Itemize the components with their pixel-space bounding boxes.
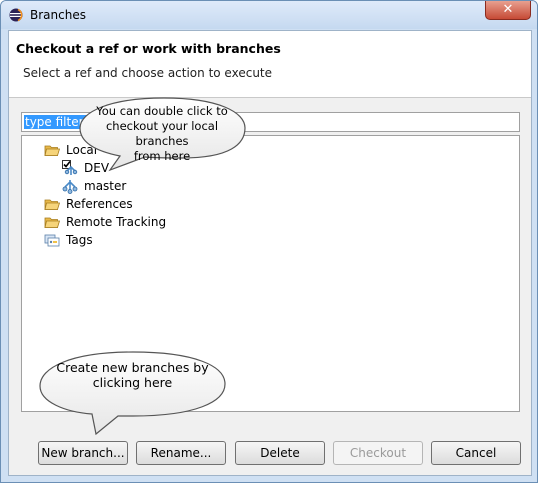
callout-line: Create new branches by	[56, 360, 209, 375]
folder-open-icon	[44, 145, 60, 156]
cancel-button[interactable]: Cancel	[431, 441, 521, 465]
close-icon: ✕	[502, 2, 514, 17]
delete-button[interactable]: Delete	[235, 441, 325, 465]
tree-node-label: References	[66, 197, 133, 211]
new-branch-button[interactable]: New branch...	[38, 441, 128, 465]
dialog-body: Checkout a ref or work with branches Sel…	[8, 30, 532, 476]
folder-icon	[44, 199, 60, 210]
rename-button[interactable]: Rename...	[136, 441, 226, 465]
eclipse-icon	[9, 8, 23, 22]
callout-line: You can double click to	[96, 104, 228, 118]
callout-line: from here	[133, 149, 191, 163]
callout-line: checkout your local branches	[105, 119, 219, 148]
tags-icon	[44, 234, 60, 247]
branches-dialog: Branches ✕ Checkout a ref or work with b…	[0, 0, 538, 483]
close-button[interactable]: ✕	[485, 1, 531, 20]
checkout-button[interactable]: Checkout	[333, 441, 423, 465]
callout-new-branch-text: Create new branches by clicking here	[45, 360, 220, 390]
dialog-header: Checkout a ref or work with branches Sel…	[9, 31, 531, 98]
folder-icon	[44, 217, 60, 228]
branch-checked-out-icon	[62, 160, 78, 175]
branch-icon	[62, 180, 78, 194]
title-bar[interactable]: Branches ✕	[1, 1, 537, 29]
tree-node-label: Remote Tracking	[66, 215, 167, 229]
tree-node-label: Tags	[66, 233, 93, 247]
callout-line: clicking here	[92, 375, 173, 390]
callout-checkout-text: You can double click to checkout your lo…	[82, 104, 242, 164]
tree-node-label: master	[84, 179, 127, 193]
window-title: Branches	[30, 8, 86, 22]
dialog-subtitle: Select a ref and choose action to execut…	[23, 66, 273, 80]
dialog-title: Checkout a ref or work with branches	[16, 41, 281, 56]
button-bar: New branch... Rename... Delete Checkout …	[9, 441, 531, 465]
